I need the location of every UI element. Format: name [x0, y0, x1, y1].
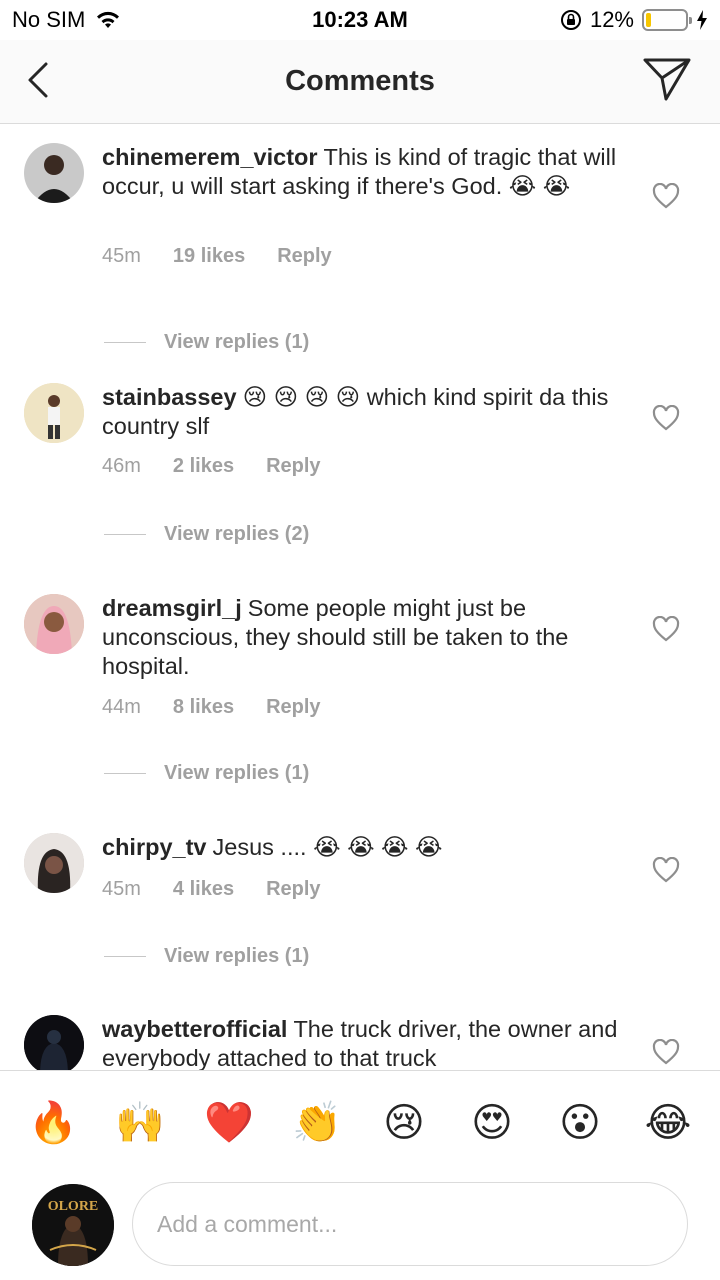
comment-text: chinemerem_victor This is kind of tragic … [102, 143, 622, 201]
comment-list[interactable]: chinemerem_victor This is kind of tragic … [0, 125, 720, 1070]
charging-icon [697, 10, 707, 30]
comment-emojis: 😭 😭 [508, 173, 571, 199]
likes-count[interactable]: 4 likes [173, 878, 234, 901]
crying-emoji-button[interactable]: 😢 [380, 1099, 428, 1147]
comment-time: 44m [102, 696, 141, 718]
heart-icon[interactable] [652, 857, 680, 883]
view-replies-button[interactable]: View replies (2) [104, 523, 309, 546]
heart-icon[interactable] [652, 1039, 680, 1065]
emoji-reaction-bar: 🔥 🙌 ❤️ 👏 😢 😍 😮 😂 [0, 1070, 720, 1174]
heart-eyes-emoji-button[interactable]: 😍 [468, 1099, 516, 1147]
fire-emoji-button[interactable]: 🔥 [28, 1099, 78, 1147]
avatar[interactable] [24, 143, 84, 203]
reply-button[interactable]: Reply [266, 455, 320, 478]
username[interactable]: dreamsgirl_j [102, 595, 242, 621]
username[interactable]: stainbassey [102, 384, 237, 410]
heart-icon[interactable] [652, 616, 680, 642]
comment-meta: 46m 2 likes Reply [102, 455, 321, 478]
surprised-emoji-button[interactable]: 😮 [556, 1099, 604, 1147]
heart-icon[interactable] [652, 183, 680, 209]
orientation-lock-icon [560, 10, 581, 30]
username[interactable]: chirpy_tv [102, 834, 207, 860]
paper-plane-icon[interactable] [642, 56, 692, 102]
view-replies-button[interactable]: View replies (1) [104, 762, 309, 785]
comment-time: 46m [102, 455, 141, 477]
page-title: Comments [285, 65, 435, 97]
comment-meta: 44m 8 likes Reply [102, 696, 321, 719]
avatar[interactable] [24, 1015, 84, 1070]
comment-input[interactable] [132, 1182, 688, 1266]
comment-message: Jesus .... [212, 834, 307, 860]
comment-text: stainbassey 😢 😢 😢 😢 which kind spirit da … [102, 383, 622, 441]
divider [104, 342, 146, 343]
comment-meta: 45m 19 likes Reply [102, 245, 332, 268]
avatar[interactable] [24, 383, 84, 443]
username[interactable]: chinemerem_victor [102, 144, 318, 170]
comment-text: waybetterofficial The truck driver, the o… [102, 1015, 622, 1070]
heart-icon[interactable] [652, 405, 680, 431]
comment-meta: 45m 4 likes Reply [102, 878, 321, 901]
battery-fill [646, 13, 651, 27]
view-replies-label: View replies (1) [164, 945, 310, 967]
view-replies-button[interactable]: View replies (1) [104, 331, 309, 354]
avatar[interactable] [24, 594, 84, 654]
clapping-emoji-button[interactable]: 👏 [292, 1099, 342, 1147]
comment-emojis: 😢 😢 😢 😢 [242, 384, 361, 410]
laughing-emoji-button[interactable]: 😂 [644, 1099, 692, 1147]
battery-icon [642, 9, 692, 31]
comment-time: 45m [102, 878, 141, 900]
comment-composer: OLORE [0, 1174, 720, 1280]
status-bar: No SIM 10:23 AM 12% [0, 0, 720, 40]
avatar[interactable] [24, 833, 84, 893]
nav-bar: Comments [0, 40, 720, 124]
divider [104, 773, 146, 774]
divider [104, 956, 146, 957]
avatar-logo-text: OLORE [48, 1199, 99, 1214]
reply-button[interactable]: Reply [266, 696, 320, 719]
likes-count[interactable]: 2 likes [173, 455, 234, 478]
view-replies-label: View replies (1) [164, 762, 310, 784]
reply-button[interactable]: Reply [277, 245, 331, 268]
view-replies-label: View replies (1) [164, 331, 310, 353]
battery-percent: 12% [589, 7, 634, 32]
my-avatar[interactable]: OLORE [32, 1184, 114, 1266]
heart-emoji-button[interactable]: ❤️ [204, 1099, 254, 1147]
comment-time: 45m [102, 245, 141, 267]
comment-text: chirpy_tv Jesus .... 😭 😭 😭 😭 [102, 833, 622, 862]
comment-emojis: 😭 😭 😭 😭 [313, 834, 443, 860]
likes-count[interactable]: 8 likes [173, 696, 234, 719]
view-replies-button[interactable]: View replies (1) [104, 945, 309, 968]
username[interactable]: waybetterofficial [102, 1016, 287, 1042]
raising-hands-emoji-button[interactable]: 🙌 [115, 1099, 165, 1147]
likes-count[interactable]: 19 likes [173, 245, 245, 268]
status-right: 12% [560, 7, 708, 33]
reply-button[interactable]: Reply [266, 878, 320, 901]
divider [104, 534, 146, 535]
comment-text: dreamsgirl_j Some people might just be un… [102, 594, 622, 681]
view-replies-label: View replies (2) [164, 523, 310, 545]
